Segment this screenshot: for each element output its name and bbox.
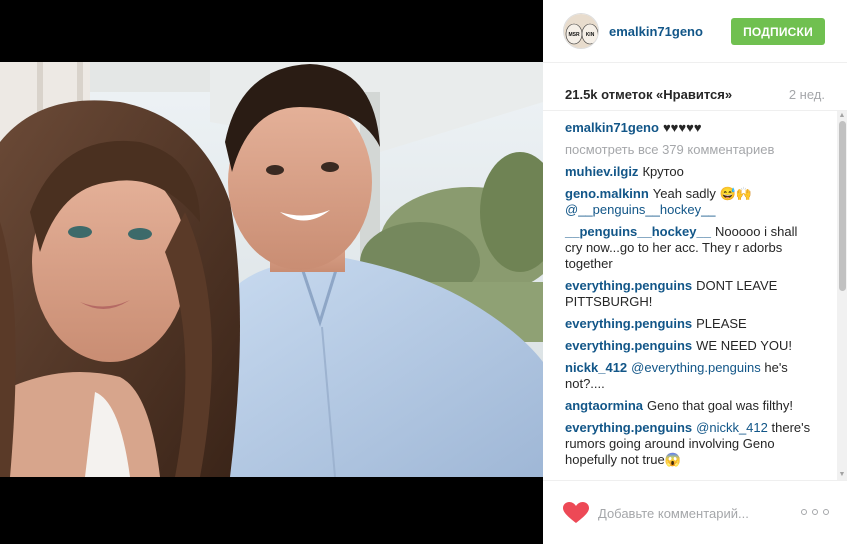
comment-mention[interactable]: @everything.penguins	[631, 360, 761, 375]
comment-user[interactable]: everything.penguins	[565, 278, 692, 293]
comment-list: emalkin71geno ♥♥♥♥♥ посмотреть все 379 ко…	[543, 111, 833, 468]
avatar-text-left: MSR	[568, 32, 580, 38]
scroll-thumb[interactable]	[839, 121, 846, 291]
avatar[interactable]: MSR KIN	[563, 13, 599, 49]
avatar-image: MSR KIN	[564, 14, 598, 48]
scroll-down-arrow-icon[interactable]: ▼	[838, 471, 846, 479]
more-options-icon[interactable]	[801, 505, 829, 519]
more-dot	[812, 509, 818, 515]
caption: emalkin71geno ♥♥♥♥♥	[565, 120, 811, 136]
comment-item: everything.penguins WE NEED YOU!	[565, 338, 811, 354]
comment-mention[interactable]: @nickk_412	[696, 420, 768, 435]
scroll-up-arrow-icon[interactable]: ▲	[838, 112, 846, 120]
comment-item: angtaormina Geno that goal was filthy!	[565, 398, 811, 414]
avatar-text-right: KIN	[586, 32, 595, 38]
comment-item: everything.penguins @nickk_412 there's ru…	[565, 420, 811, 468]
post-footer	[543, 480, 847, 544]
post-photo[interactable]	[0, 62, 543, 477]
comments-section: emalkin71geno ♥♥♥♥♥ посмотреть все 379 ко…	[543, 111, 847, 480]
comment-text: Geno that goal was filthy!	[647, 398, 793, 413]
comment-item: muhiev.ilgiz Крутоо	[565, 164, 811, 180]
post-media-area	[0, 0, 543, 544]
caption-text: ♥♥♥♥♥	[662, 120, 702, 135]
comment-item: everything.penguins DONT LEAVE PITTSBURGH…	[565, 278, 811, 310]
caption-user[interactable]: emalkin71geno	[565, 120, 659, 135]
comment-text: PLEASE	[696, 316, 747, 331]
comment-user[interactable]: everything.penguins	[565, 338, 692, 353]
post-time[interactable]: 2 нед.	[789, 87, 825, 102]
more-dot	[801, 509, 807, 515]
post-stats: 21.5k отметок «Нравится» 2 нед.	[543, 63, 847, 111]
add-comment-input[interactable]	[598, 501, 788, 525]
photo-illustration	[0, 62, 543, 477]
comment-text: Крутоо	[642, 164, 684, 179]
post-side-panel: MSR KIN emalkin71geno ПОДПИСКИ 21.5k отм…	[543, 0, 847, 544]
comment-user[interactable]: __penguins__hockey__	[565, 224, 711, 239]
heart-icon[interactable]	[563, 502, 589, 524]
comment-text: WE NEED YOU!	[696, 338, 792, 353]
view-all-comments-link[interactable]: посмотреть все 379 комментариев	[565, 142, 811, 158]
comment-user[interactable]: geno.malkinn	[565, 186, 649, 201]
comment-item: geno.malkinn Yeah sadly 😅🙌 @__penguins__h…	[565, 186, 811, 218]
comment-mention[interactable]: @__penguins__hockey__	[565, 202, 716, 217]
comments-scrollbar[interactable]: ▲ ▼	[837, 111, 847, 480]
comment-user[interactable]: muhiev.ilgiz	[565, 164, 638, 179]
post-header: MSR KIN emalkin71geno ПОДПИСКИ	[543, 0, 847, 63]
comment-user[interactable]: angtaormina	[565, 398, 643, 413]
comment-user[interactable]: nickk_412	[565, 360, 627, 375]
comment-item: nickk_412 @everything.penguins he's not?.…	[565, 360, 811, 392]
header-username[interactable]: emalkin71geno	[609, 24, 703, 39]
more-dot	[823, 509, 829, 515]
comment-user[interactable]: everything.penguins	[565, 316, 692, 331]
comment-item: everything.penguins PLEASE	[565, 316, 811, 332]
follow-button[interactable]: ПОДПИСКИ	[731, 18, 825, 45]
comment-item: __penguins__hockey__ Nooooo i shall cry n…	[565, 224, 811, 272]
likes-count[interactable]: 21.5k отметок «Нравится»	[565, 87, 732, 102]
comment-user[interactable]: everything.penguins	[565, 420, 692, 435]
comment-text: Yeah sadly 😅🙌	[652, 186, 752, 201]
